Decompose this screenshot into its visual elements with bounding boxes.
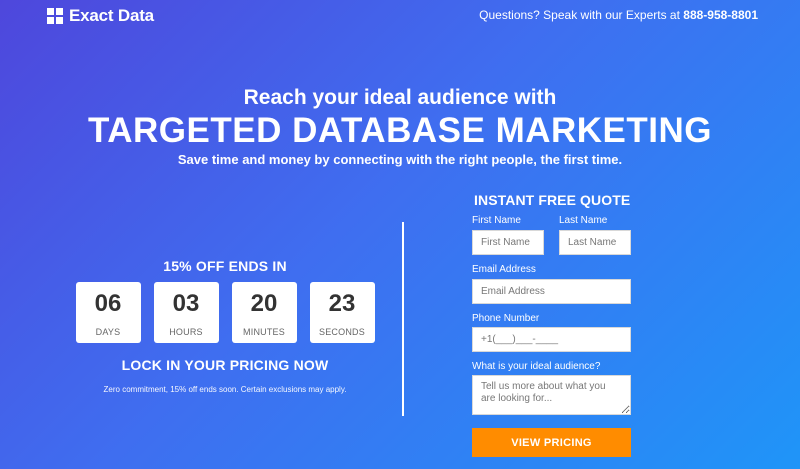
lock-in-heading: LOCK IN YOUR PRICING NOW — [121, 357, 329, 373]
quote-form-title: INSTANT FREE QUOTE — [474, 192, 631, 208]
hero-tagline: Save time and money by connecting with t… — [177, 152, 623, 167]
countdown-unit: MINUTES — [243, 327, 285, 337]
phone-input[interactable] — [472, 327, 631, 352]
section-divider — [402, 222, 404, 416]
hero-subheading: Reach your ideal audience with — [243, 86, 557, 109]
countdown-value: 23 — [328, 290, 356, 317]
countdown-days: 06 DAYS — [75, 282, 141, 343]
email-input[interactable] — [472, 279, 631, 304]
contact-prefix: Questions? Speak with our Experts at — [479, 8, 680, 22]
view-pricing-button[interactable]: VIEW PRICING — [472, 428, 631, 457]
countdown-unit: DAYS — [95, 327, 121, 337]
logo-grid-icon — [47, 8, 63, 24]
countdown-hours: 03 HOURS — [153, 282, 219, 343]
logo[interactable]: Exact Data — [47, 6, 154, 26]
countdown-value: 03 — [172, 290, 200, 317]
phone-label: Phone Number — [472, 313, 540, 324]
audience-label: What is your ideal audience? — [472, 361, 601, 372]
last-name-label: Last Name — [559, 215, 608, 226]
email-label: Email Address — [472, 264, 536, 275]
contact-line: Questions? Speak with our Experts at 888… — [479, 8, 758, 22]
first-name-input[interactable] — [472, 230, 544, 255]
countdown-boxes: 06 DAYS 03 HOURS 20 MINUTES 23 SECONDS — [40, 282, 410, 343]
audience-textarea[interactable] — [472, 375, 631, 415]
countdown-unit: HOURS — [169, 327, 203, 337]
first-name-label: First Name — [472, 215, 521, 226]
countdown-section: 15% OFF ENDS IN 06 DAYS 03 HOURS 20 MINU… — [40, 258, 410, 394]
countdown-seconds: 23 SECONDS — [309, 282, 375, 343]
last-name-input[interactable] — [559, 230, 631, 255]
hero-headline: TARGETED DATABASE MARKETING — [87, 111, 713, 150]
countdown-minutes: 20 MINUTES — [231, 282, 297, 343]
brand-name: Exact Data — [69, 6, 154, 25]
promo-title: 15% OFF ENDS IN — [163, 258, 287, 274]
countdown-value: 20 — [250, 290, 278, 317]
countdown-unit: SECONDS — [319, 327, 365, 337]
top-bar: Exact Data Questions? Speak with our Exp… — [0, 0, 800, 30]
countdown-value: 06 — [94, 290, 122, 317]
fine-print: Zero commitment, 15% off ends soon. Cert… — [103, 385, 347, 394]
phone-link[interactable]: 888-958-8801 — [683, 8, 758, 22]
